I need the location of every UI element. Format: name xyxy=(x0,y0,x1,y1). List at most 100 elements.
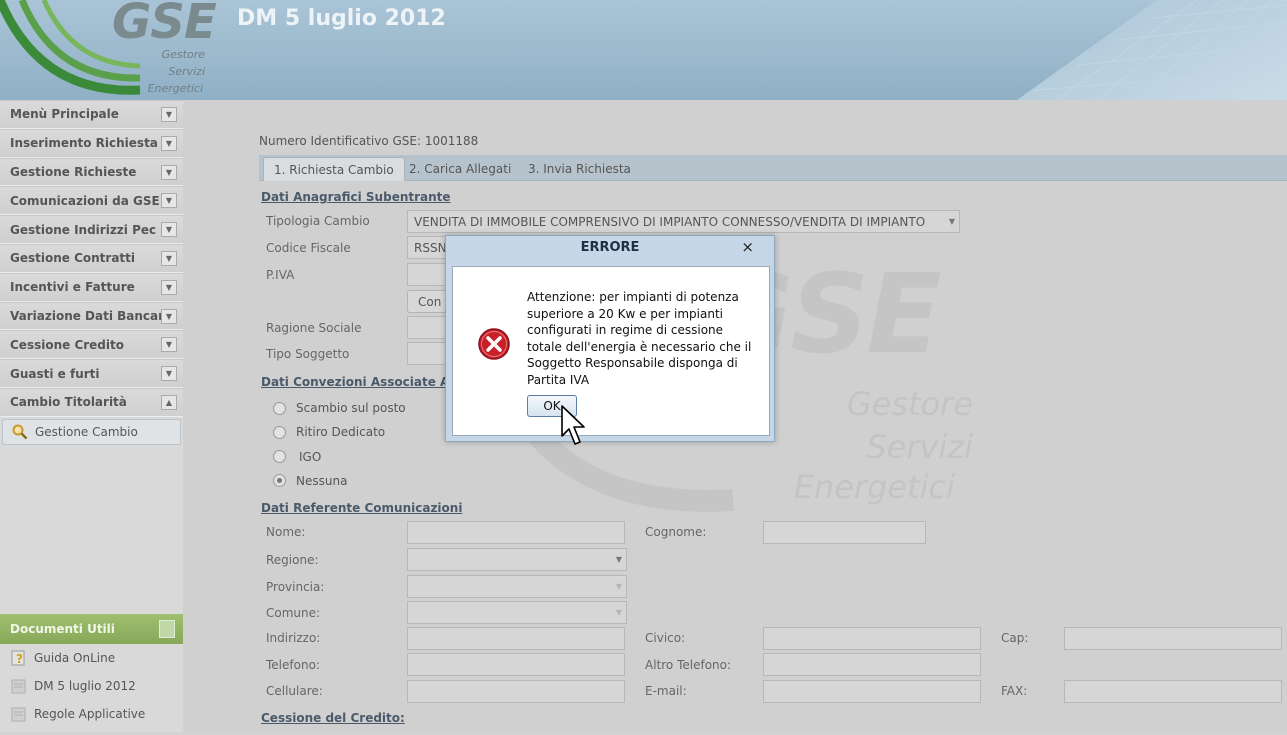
sidebar-item-menu-principale[interactable]: Menù Principale ▼ xyxy=(0,100,183,129)
comune-label: Comune: xyxy=(266,606,321,620)
codice-fiscale-label: Codice Fiscale xyxy=(266,241,351,255)
sidebar-item-label: Gestione Richieste xyxy=(10,164,137,179)
search-icon xyxy=(11,423,29,441)
sidebar-item-label: Cambio Titolarità xyxy=(10,395,127,410)
sidebar-item-incentivi[interactable]: Incentivi e Fatture ▼ xyxy=(0,272,183,302)
app-header: GSE Gestore Servizi Energetici DM 5 lugl… xyxy=(0,0,1287,100)
sidebar-item-label: Inserimento Richiesta xyxy=(10,136,158,151)
sidebar-item-comunicazioni[interactable]: Comunicazioni da GSE ▼ xyxy=(0,186,183,216)
tipologia-cambio-select[interactable]: VENDITA DI IMMOBILE COMPRENSIVO DI IMPIA… xyxy=(407,210,960,233)
nome-label: Nome: xyxy=(266,525,306,539)
error-icon xyxy=(478,328,510,360)
gse-identifier: Numero Identificativo GSE: 1001188 xyxy=(259,134,479,148)
chevron-down-icon[interactable]: ▼ xyxy=(161,135,177,151)
doc-item-dm-5-luglio[interactable]: DM 5 luglio 2012 xyxy=(0,672,183,700)
piva-label: P.IVA xyxy=(266,268,295,282)
radio-scambio-sul-posto[interactable] xyxy=(273,402,286,415)
logo-line-2: Servizi xyxy=(168,65,205,78)
sidebar-item-indirizzi-pec[interactable]: Gestione Indirizzi Pec ▼ xyxy=(0,215,183,244)
help-document-icon: ? xyxy=(10,649,28,667)
telefono-label: Telefono: xyxy=(266,658,320,672)
altro-telefono-field[interactable] xyxy=(763,653,981,676)
sidebar-item-inserimento-richiesta[interactable]: Inserimento Richiesta ▼ xyxy=(0,128,183,158)
fax-label: FAX: xyxy=(1001,684,1028,698)
altro-telefono-label: Altro Telefono: xyxy=(645,658,732,672)
sidebar-item-label: Gestione Indirizzi Pec xyxy=(10,222,157,237)
tab-carica-allegati[interactable]: 2. Carica Allegati xyxy=(399,157,521,181)
nome-field[interactable] xyxy=(407,521,625,544)
dialog-body: Attenzione: per impianti di potenza supe… xyxy=(452,266,770,436)
documents-icon xyxy=(159,620,175,638)
cognome-field[interactable] xyxy=(763,521,926,544)
indirizzo-label: Indirizzo: xyxy=(266,631,321,645)
chevron-down-icon[interactable]: ▼ xyxy=(161,366,177,382)
chevron-down-icon: ▼ xyxy=(948,217,955,226)
error-dialog: ERRORE × Attenzione: per impianti di pot… xyxy=(445,235,775,442)
tab-invia-richiesta[interactable]: 3. Invia Richiesta xyxy=(518,157,641,181)
provincia-select[interactable]: ▼ xyxy=(407,575,627,598)
chevron-down-icon[interactable]: ▼ xyxy=(161,222,177,238)
cap-label: Cap: xyxy=(1001,631,1029,645)
watermark-line-1: Gestore xyxy=(846,385,973,423)
sidebar-item-cambio-titolarita[interactable]: Cambio Titolarità ▲ xyxy=(0,387,183,417)
section-dati-anagrafici: Dati Anagrafici Subentrante xyxy=(261,190,451,204)
sidebar-item-label: Cessione Credito xyxy=(10,337,124,352)
document-icon xyxy=(10,677,28,695)
doc-item-guida-online[interactable]: ? Guida OnLine xyxy=(0,644,183,672)
chevron-down-icon[interactable]: ▼ xyxy=(161,308,177,324)
sidebar-subitem-label: Gestione Cambio xyxy=(35,424,138,439)
radio-igo[interactable] xyxy=(273,450,286,463)
doc-item-label: Guida OnLine xyxy=(34,651,116,665)
documenti-utili-panel: Documenti Utili ? Guida OnLine DM 5 lugl… xyxy=(0,614,183,728)
logo-text: GSE xyxy=(112,0,217,50)
civico-field[interactable] xyxy=(763,627,981,650)
regione-label: Regione: xyxy=(266,553,319,567)
mouse-pointer-icon xyxy=(561,405,585,445)
sidebar-item-gestione-richieste[interactable]: Gestione Richieste ▼ xyxy=(0,157,183,187)
chevron-down-icon[interactable]: ▼ xyxy=(161,279,177,295)
chevron-down-icon[interactable]: ▼ xyxy=(161,164,177,180)
sidebar-item-cessione-credito[interactable]: Cessione Credito ▼ xyxy=(0,330,183,360)
chevron-down-icon[interactable]: ▼ xyxy=(161,193,177,209)
sidebar-item-label: Gestione Contratti xyxy=(10,251,136,266)
tab-richiesta-cambio[interactable]: 1. Richiesta Cambio xyxy=(263,157,405,181)
email-field[interactable] xyxy=(763,680,981,703)
sidebar-item-dati-bancari[interactable]: Variazione Dati Bancari ▼ xyxy=(0,301,183,331)
sidebar-item-label: Menù Principale xyxy=(10,107,119,122)
sidebar-menu: Menù Principale ▼ Inserimento Richiesta ▼ … xyxy=(0,100,183,445)
dialog-title: ERRORE xyxy=(580,240,640,255)
dialog-message: Attenzione: per impianti di potenza supe… xyxy=(527,290,752,387)
sidebar-item-label: Incentivi e Fatture xyxy=(10,280,135,295)
radio-label-scambio: Scambio sul posto xyxy=(296,401,406,415)
cap-field[interactable] xyxy=(1064,627,1282,650)
sidebar-item-guasti-furti[interactable]: Guasti e furti ▼ xyxy=(0,359,183,388)
gse-logo: GSE Gestore Servizi Energetici xyxy=(0,0,217,100)
chevron-down-icon[interactable]: ▼ xyxy=(161,107,177,122)
tipologia-cambio-value: VENDITA DI IMMOBILE COMPRENSIVO DI IMPIA… xyxy=(414,215,926,229)
tipo-soggetto-label: Tipo Soggetto xyxy=(266,347,350,361)
sidebar-item-label: Variazione Dati Bancari xyxy=(10,308,169,323)
telefono-field[interactable] xyxy=(407,653,625,676)
cellulare-field[interactable] xyxy=(407,680,625,703)
radio-ritiro-dedicato[interactable] xyxy=(273,426,286,439)
radio-label-nessuna: Nessuna xyxy=(296,474,348,488)
indirizzo-field[interactable] xyxy=(407,627,625,650)
doc-item-regole-applicative[interactable]: Regole Applicative xyxy=(0,700,183,728)
sidebar-subitem-gestione-cambio[interactable]: Gestione Cambio xyxy=(2,418,181,445)
regione-select[interactable]: ▼ xyxy=(407,548,627,571)
close-icon[interactable]: × xyxy=(741,238,754,256)
documenti-utili-header: Documenti Utili xyxy=(0,614,183,644)
logo-line-1: Gestore xyxy=(161,48,205,61)
sidebar-item-contratti[interactable]: Gestione Contratti ▼ xyxy=(0,243,183,273)
chevron-down-icon[interactable]: ▼ xyxy=(161,337,177,353)
chevron-up-icon[interactable]: ▲ xyxy=(161,394,177,410)
app-title: DM 5 luglio 2012 xyxy=(237,6,446,31)
comune-select[interactable]: ▼ xyxy=(407,601,627,624)
documenti-utili-title: Documenti Utili xyxy=(10,622,115,636)
sidebar: Menù Principale ▼ Inserimento Richiesta ▼ … xyxy=(0,100,183,732)
section-dati-referente: Dati Referente Comunicazioni xyxy=(261,501,463,515)
radio-nessuna[interactable] xyxy=(273,474,286,487)
ragione-sociale-label: Ragione Sociale xyxy=(266,321,362,335)
fax-field[interactable] xyxy=(1064,680,1282,703)
chevron-down-icon[interactable]: ▼ xyxy=(161,250,177,266)
